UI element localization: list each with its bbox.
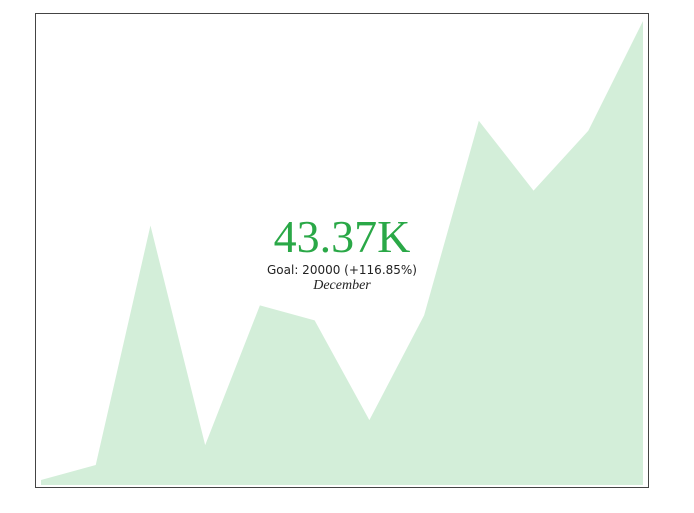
kpi-goal: Goal: 20000 (+116.85%) (267, 263, 417, 277)
kpi-summary: 43.37K Goal: 20000 (+116.85%) December (36, 214, 648, 294)
kpi-period: December (313, 278, 371, 293)
kpi-value: 43.37K (273, 211, 411, 262)
kpi-chart-panel: 43.37K Goal: 20000 (+116.85%) December (35, 13, 649, 488)
